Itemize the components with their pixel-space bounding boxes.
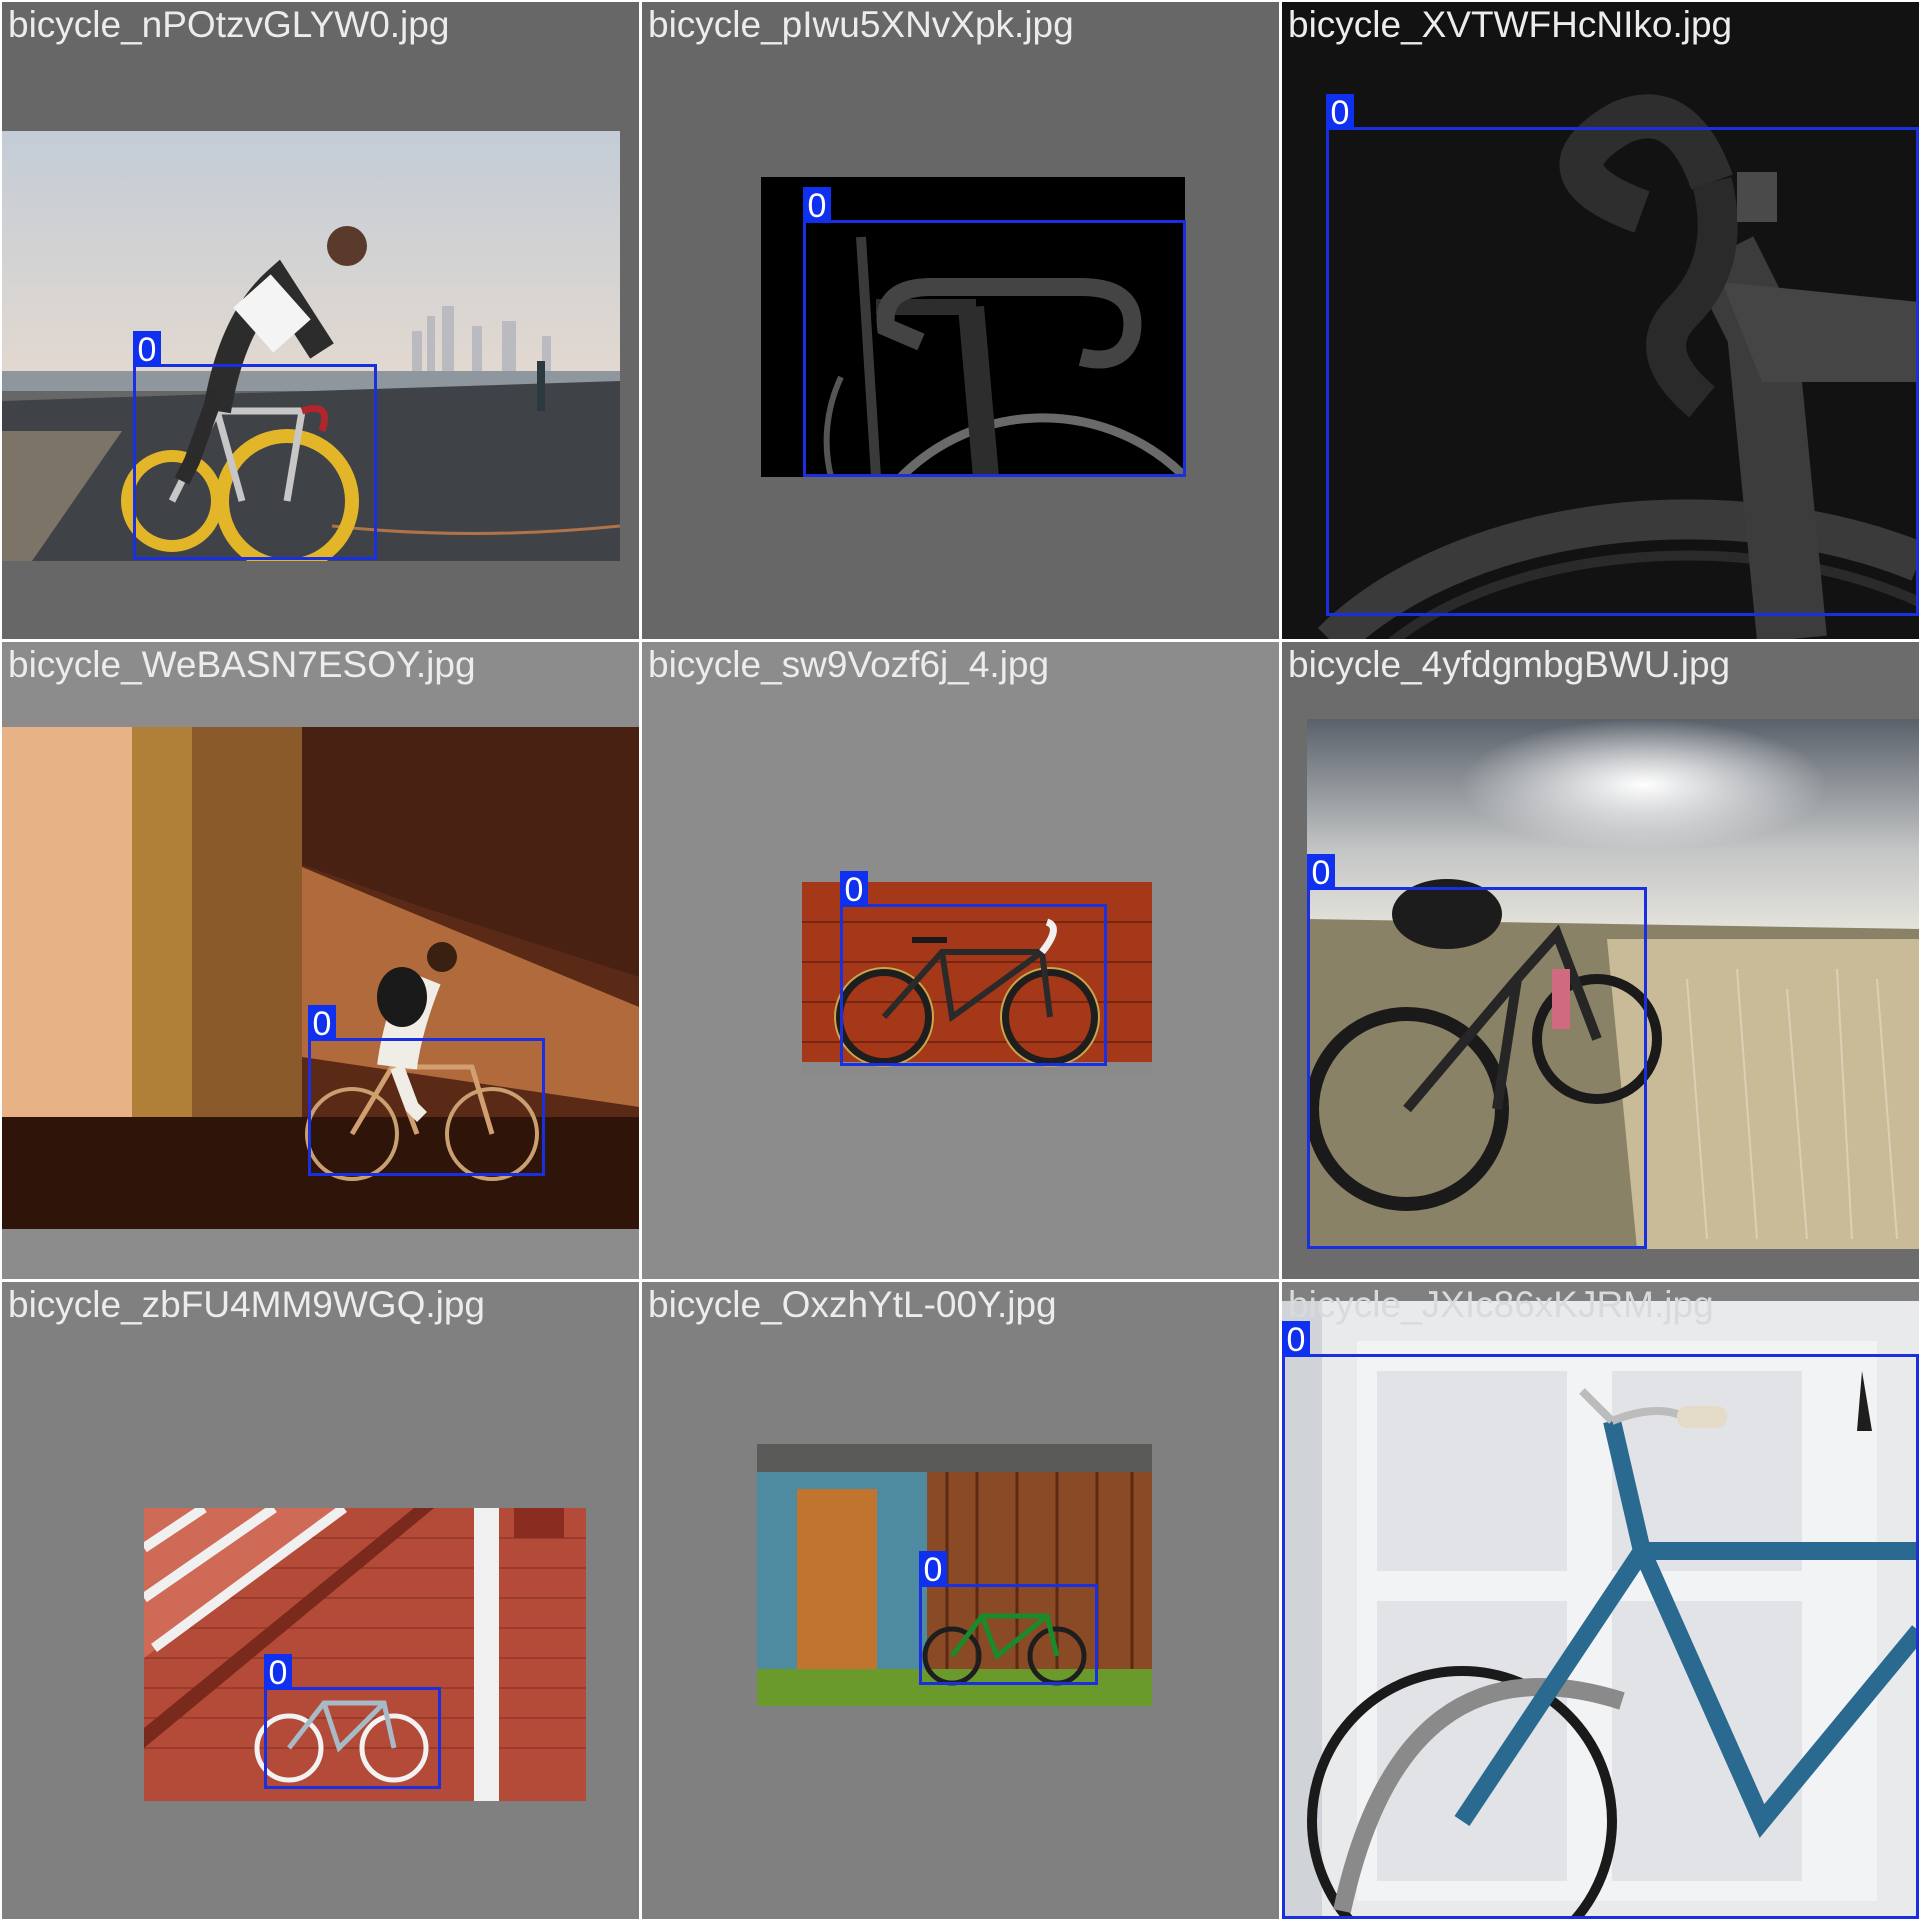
filename-label: bicycle_4yfdgmbgBWU.jpg (1288, 644, 1731, 685)
class-label: 0 (1307, 854, 1335, 892)
class-label: 0 (840, 871, 868, 909)
tile-9: 0 bicycle_JXIc86xKJRM.jpg (1282, 1282, 1919, 1919)
tile-4: 0 bicycle_WeBASN7ESOY.jpg (2, 642, 639, 1279)
class-label: 0 (1282, 1321, 1310, 1359)
bounding-box: 0 (803, 187, 1186, 477)
filename-label: bicycle_sw9Vozf6j_4.jpg (648, 644, 1050, 685)
class-label: 0 (133, 331, 161, 369)
bounding-box: 0 (264, 1654, 441, 1789)
filename-label: bicycle_XVTWFHcNIko.jpg (1288, 4, 1733, 45)
class-label: 0 (264, 1654, 292, 1692)
filename-label: bicycle_zbFU4MM9WGQ.jpg (8, 1284, 486, 1325)
filename-label: bicycle_OxzhYtL-00Y.jpg (648, 1284, 1057, 1325)
filename-label: bicycle_nPOtzvGLYW0.jpg (8, 4, 450, 45)
tile-3: 0 bicycle_XVTWFHcNIko.jpg (1282, 2, 1919, 639)
class-label: 0 (803, 187, 831, 225)
bounding-box: 0 (840, 871, 1107, 1066)
bounding-box: 0 (133, 331, 377, 560)
filename-label: bicycle_JXIc86xKJRM.jpg (1288, 1284, 1714, 1325)
filename-label: bicycle_WeBASN7ESOY.jpg (8, 644, 476, 685)
detection-mosaic: 0 bicycle_nPOtzvGLYW0.jpg 0 bicycle_pIwu… (0, 0, 1920, 1920)
tile-7: 0 bicycle_zbFU4MM9WGQ.jpg (2, 1282, 639, 1919)
bounding-box: 0 (1326, 94, 1919, 616)
bounding-box: 0 (1282, 1321, 1919, 1919)
class-label: 0 (1326, 94, 1354, 132)
tile-2: 0 bicycle_pIwu5XNvXpk.jpg (642, 2, 1279, 639)
tile-8: 0 bicycle_OxzhYtL-00Y.jpg (642, 1282, 1279, 1919)
tile-5: 0 bicycle_sw9Vozf6j_4.jpg (642, 642, 1279, 1279)
filename-label: bicycle_pIwu5XNvXpk.jpg (648, 4, 1074, 45)
tile-1: 0 bicycle_nPOtzvGLYW0.jpg (2, 2, 639, 639)
bounding-box: 0 (1307, 854, 1647, 1249)
class-label: 0 (919, 1551, 947, 1589)
bounding-box: 0 (919, 1551, 1098, 1685)
class-label: 0 (308, 1005, 336, 1043)
bounding-box: 0 (308, 1005, 545, 1176)
tile-6: 0 bicycle_4yfdgmbgBWU.jpg (1282, 642, 1919, 1279)
